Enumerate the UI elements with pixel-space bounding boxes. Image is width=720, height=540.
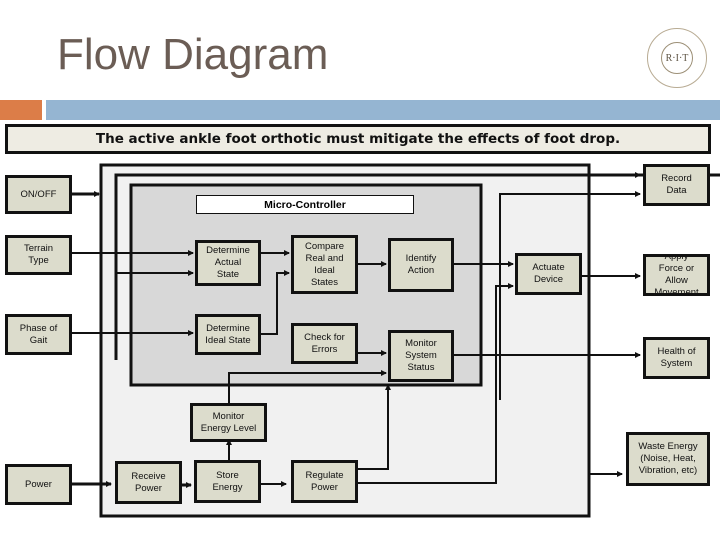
input-terrain-type: Terrain Type [5,235,72,275]
process-compare-states: Compare Real and Ideal States [291,235,358,294]
output-apply-force: Apply Force or Allow Movement [643,254,710,296]
output-waste-energy: Waste Energy (Noise, Heat, Vibration, et… [626,432,710,486]
microcontroller-label: Micro-Controller [196,195,414,214]
process-check-for-errors: Check for Errors [291,323,358,364]
output-record-data: Record Data [643,164,710,206]
flow-diagram-canvas [70,163,720,518]
input-on-off: ON/OFF [5,175,72,214]
input-power: Power [5,464,72,505]
process-determine-actual-state: Determine Actual State [195,240,261,286]
process-monitor-system-status: Monitor System Status [388,330,454,382]
process-monitor-energy-level: Monitor Energy Level [190,403,267,442]
output-health-of-system: Health of System [643,337,710,379]
process-identify-action: Identify Action [388,238,454,292]
process-receive-power: Receive Power [115,461,182,504]
input-phase-of-gait: Phase of Gait [5,314,72,355]
process-actuate-device: Actuate Device [515,253,582,295]
process-determine-ideal-state: Determine Ideal State [195,314,261,355]
process-regulate-power: Regulate Power [291,460,358,503]
process-store-energy: Store Energy [194,460,261,503]
